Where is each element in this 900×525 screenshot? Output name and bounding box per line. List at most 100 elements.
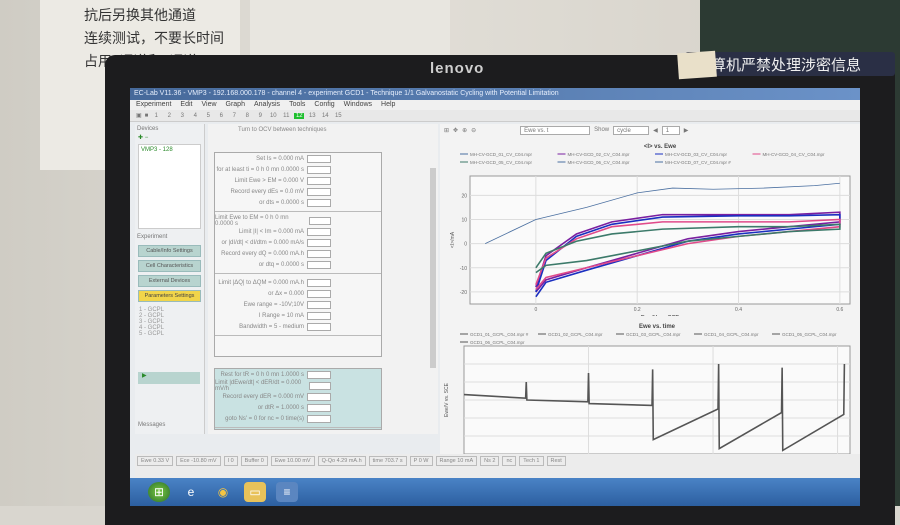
- channel-button[interactable]: 7: [229, 113, 239, 119]
- status-cell: P 0 W: [409, 456, 433, 466]
- menu-edit[interactable]: Edit: [180, 101, 192, 109]
- device-item[interactable]: VMP3 - 128: [141, 147, 198, 153]
- save-icon[interactable]: ■: [145, 113, 149, 119]
- channel-button[interactable]: 3: [177, 113, 187, 119]
- show-select[interactable]: cycle: [613, 125, 650, 135]
- parameter-input[interactable]: [308, 216, 331, 225]
- technique-list: 1 - GCPL 2 - GCPL 3 - GCPL 4 - GCPL 5 - …: [135, 305, 204, 339]
- parameter-input[interactable]: [307, 403, 331, 412]
- parameter-input[interactable]: [309, 381, 331, 390]
- parameter-input[interactable]: [307, 176, 331, 185]
- parameter-input[interactable]: [307, 370, 331, 379]
- chrome-icon[interactable]: ◉: [212, 482, 234, 502]
- channel-button[interactable]: 5: [203, 113, 213, 119]
- technique-item[interactable]: 5 - GCPL: [139, 331, 200, 337]
- divider: [215, 211, 381, 212]
- tape: [677, 50, 717, 80]
- y-tick-label: -20: [460, 290, 467, 296]
- start-button[interactable]: ⊞: [148, 482, 170, 502]
- show-checkbox[interactable]: Show: [594, 127, 609, 133]
- channel-button[interactable]: 10: [268, 113, 278, 119]
- external-devices-button[interactable]: External Devices: [138, 275, 201, 287]
- menu-config[interactable]: Config: [314, 101, 334, 109]
- menu-windows[interactable]: Windows: [344, 101, 372, 109]
- notice-line: 抗后另换其他通道: [84, 7, 196, 23]
- parameter-label: Rest for tR = 0 h 0 mn 1.0000 s: [220, 371, 304, 378]
- prev-cycle-icon[interactable]: ◀: [653, 127, 658, 134]
- status-cell: Ewe 10.00 mV: [270, 456, 315, 466]
- parameter-row: I Range = 10 mA: [215, 310, 381, 321]
- parameter-input[interactable]: [307, 260, 331, 269]
- cable-settings-button[interactable]: Cable/Info Settings: [138, 245, 201, 257]
- menu-tools[interactable]: Tools: [289, 101, 305, 109]
- run-button[interactable]: ▶: [138, 372, 200, 384]
- channel-button[interactable]: 1: [151, 113, 161, 119]
- legend-entry: MH-CV-GCD_03_CV_C04.mpr: [665, 152, 728, 157]
- parameter-input[interactable]: [307, 249, 331, 258]
- move-icon[interactable]: ✥: [453, 127, 458, 134]
- channel-button[interactable]: 4: [190, 113, 200, 119]
- parameter-input[interactable]: [307, 278, 331, 287]
- cycle-input[interactable]: 1: [661, 125, 680, 135]
- channel-button[interactable]: 12: [294, 112, 305, 119]
- parameter-input[interactable]: [307, 322, 331, 331]
- channel-button[interactable]: 9: [255, 113, 265, 119]
- next-cycle-icon[interactable]: ▶: [684, 127, 689, 134]
- parameter-input[interactable]: [307, 227, 331, 236]
- parameter-input[interactable]: [307, 238, 331, 247]
- parameter-input[interactable]: [307, 289, 331, 298]
- parameter-input[interactable]: [307, 311, 331, 320]
- channel-button[interactable]: 11: [281, 113, 291, 119]
- channel-button[interactable]: 14: [320, 113, 330, 119]
- plot-select[interactable]: Ewe vs. t: [520, 125, 591, 135]
- parameter-label: Set Is = 0.000 mA: [256, 155, 304, 162]
- open-icon[interactable]: ▣: [136, 112, 142, 119]
- eclab-taskbar-icon[interactable]: ≡: [276, 482, 298, 502]
- folder-icon[interactable]: ▭: [244, 482, 266, 502]
- status-cell: Q-Qo 4.29 mA.h: [317, 456, 366, 466]
- parameter-row: Record every dER = 0.000 mV: [215, 391, 381, 402]
- ie-icon[interactable]: e: [180, 482, 202, 502]
- parameter-input[interactable]: [307, 154, 331, 163]
- channel-button[interactable]: 15: [333, 113, 343, 119]
- grid-icon[interactable]: ⊞: [444, 127, 449, 134]
- parameter-input[interactable]: [307, 198, 331, 207]
- parameters-panel: Turn to OCV between techniques Set Is = …: [208, 124, 438, 434]
- y-tick-label: 20: [461, 193, 467, 199]
- zoom-in-icon[interactable]: ⊕: [462, 127, 467, 134]
- status-cell: Ns 2: [480, 456, 500, 466]
- y-axis-label: <I>/mA: [450, 231, 456, 248]
- parameter-input[interactable]: [307, 187, 331, 196]
- taskbar: ⊞ e ◉ ▭ ≡: [130, 478, 860, 506]
- turn-to-ocv-checkbox[interactable]: Turn to OCV between techniques: [208, 124, 438, 136]
- legend-entry: GCD1_05_GCPL_C04.mpr: [782, 332, 837, 337]
- menu-experiment[interactable]: Experiment: [136, 101, 171, 109]
- channel-button[interactable]: 13: [307, 113, 317, 119]
- add-icon[interactable]: ✚: [138, 135, 143, 141]
- remove-icon[interactable]: −: [145, 135, 149, 141]
- menu-analysis[interactable]: Analysis: [254, 101, 280, 109]
- parameter-input[interactable]: [307, 300, 331, 309]
- window-title: EC-Lab V11.36 - VMP3 - 192.168.000.178 -…: [130, 88, 860, 100]
- menu-help[interactable]: Help: [381, 101, 395, 109]
- parameter-input[interactable]: [307, 392, 331, 401]
- menu-view[interactable]: View: [201, 101, 216, 109]
- menu-graph[interactable]: Graph: [226, 101, 245, 109]
- parameters-settings-button[interactable]: Parameters Settings: [138, 290, 201, 302]
- cell-characteristics-button[interactable]: Cell Characteristics: [138, 260, 201, 272]
- zoom-out-icon[interactable]: ⊖: [471, 127, 476, 134]
- notice-line: 连续测试，不要长时间: [84, 30, 224, 46]
- vertical-scrollbar[interactable]: [430, 168, 436, 368]
- channel-button[interactable]: 8: [242, 113, 252, 119]
- technique-parameters: Set Is = 0.000 mA for at least ti = 0 h 0…: [214, 152, 382, 357]
- legend-entry: GCD1_03_GCPL_C04.mpr: [626, 332, 681, 337]
- parameter-input[interactable]: [307, 414, 331, 423]
- parameter-label: Limit |dEwe/dt| < dER/dt = 0.000 mV/h: [215, 379, 302, 392]
- parameter-input[interactable]: [307, 165, 331, 174]
- channel-button[interactable]: 2: [164, 113, 174, 119]
- parameter-row: Record every dEs = 0.0 mV: [215, 186, 381, 197]
- channel-button[interactable]: 6: [216, 113, 226, 119]
- experiment-header: Experiment: [137, 234, 168, 240]
- parameter-row: for at least ti = 0 h 0 mn 0.0000 s: [215, 164, 381, 175]
- messages-label: Messages: [138, 422, 166, 428]
